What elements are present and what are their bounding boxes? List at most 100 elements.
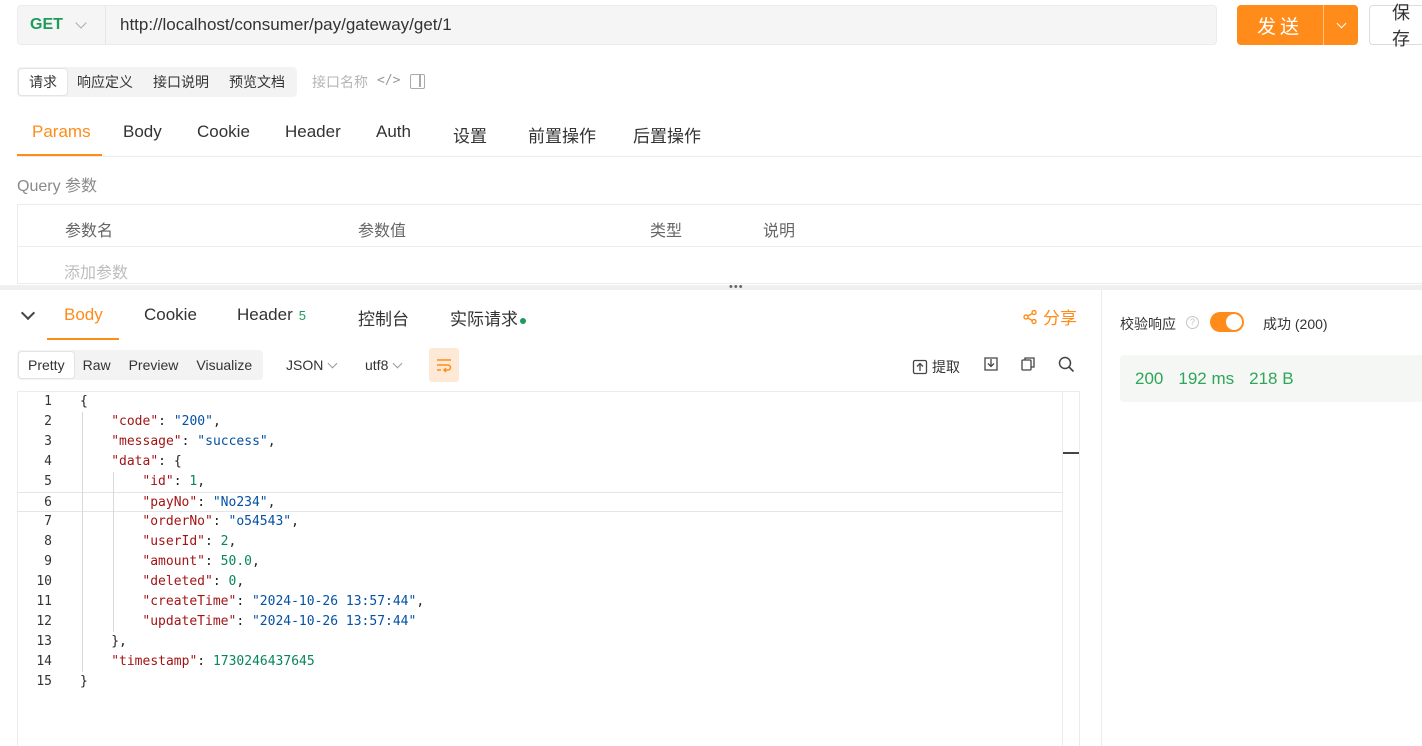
code-text: { (80, 394, 88, 409)
response-tab-actual-request[interactable]: 实际请求 (450, 305, 526, 330)
format-preview[interactable]: Preview (120, 352, 188, 378)
tab-header[interactable]: Header (285, 122, 341, 142)
drag-handle-icon[interactable]: ••• (729, 281, 744, 293)
line-number: 3 (44, 434, 52, 449)
tab-body[interactable]: Body (123, 122, 162, 142)
response-tab-cookie[interactable]: Cookie (144, 305, 197, 325)
help-icon[interactable]: ? (1186, 316, 1199, 329)
code-line: 6 "payNo": "No234", (17, 492, 1062, 512)
code-text: "amount": 50.0, (142, 554, 260, 569)
line-number: 9 (44, 554, 52, 569)
response-time: 192 ms (1178, 368, 1235, 388)
code-icon[interactable]: </> (377, 73, 400, 88)
code-text: "deleted": 0, (142, 574, 245, 589)
tab-cookie[interactable]: Cookie (197, 122, 250, 142)
line-number: 7 (44, 514, 52, 529)
format-raw[interactable]: Raw (74, 352, 120, 378)
format-visualize[interactable]: Visualize (187, 352, 261, 378)
format-pretty[interactable]: Pretty (19, 352, 74, 378)
code-text: "userId": 2, (142, 534, 237, 549)
chevron-down-icon (75, 16, 87, 29)
response-size: 218 B (1249, 368, 1294, 388)
encoding-select[interactable]: utf8 (365, 357, 403, 373)
save-button[interactable]: 保存 (1369, 3, 1422, 49)
chevron-down-icon (1336, 18, 1346, 28)
extract-icon (912, 359, 928, 375)
subtab-preview-doc[interactable]: 预览文档 (219, 69, 295, 95)
tab-settings[interactable]: 设置 (453, 122, 487, 147)
content-type-select[interactable]: JSON (286, 357, 338, 373)
response-tab-header[interactable]: Header 5 (237, 305, 306, 325)
collapse-response-icon[interactable] (20, 305, 36, 321)
line-number: 10 (36, 574, 52, 589)
line-number: 15 (36, 674, 52, 689)
code-text: "timestamp": 1730246437645 (111, 654, 315, 669)
wrap-lines-button[interactable] (429, 348, 459, 382)
query-params-table: 参数名 参数值 类型 说明 添加参数 (17, 204, 1422, 284)
indent-guide (82, 412, 83, 672)
add-param-input[interactable]: 添加参数 (64, 259, 128, 283)
search-icon[interactable] (1058, 356, 1075, 373)
code-text: "payNo": "No234", (142, 495, 276, 510)
url-bar: GET (17, 5, 1217, 45)
line-number: 14 (36, 654, 52, 669)
send-button[interactable]: 发送 (1237, 5, 1323, 45)
code-text: "data": { (111, 454, 182, 469)
query-params-title: Query 参数 (17, 178, 98, 195)
code-line: 7 "orderNo": "o54543", (17, 512, 1062, 532)
scroll-position-marker (1063, 452, 1079, 454)
url-input[interactable] (106, 6, 1216, 44)
code-line: 4 "data": { (17, 452, 1062, 472)
send-dropdown-button[interactable] (1323, 5, 1358, 45)
code-line: 13}, (17, 632, 1062, 652)
share-icon (1023, 309, 1037, 324)
chevron-down-icon (392, 358, 403, 368)
code-line: 9 "amount": 50.0, (17, 552, 1062, 572)
extract-label: 提取 (932, 359, 960, 375)
line-number: 5 (44, 474, 52, 489)
tab-auth[interactable]: Auth (376, 122, 411, 142)
line-number: 2 (44, 414, 52, 429)
side-panel-icon[interactable] (410, 74, 425, 89)
line-number: 8 (44, 534, 52, 549)
format-toggle-group: Pretty Raw Preview Visualize (17, 350, 264, 380)
code-text: "code": "200", (111, 414, 221, 429)
share-button[interactable]: 分享 (1022, 304, 1077, 329)
subtab-api-description[interactable]: 接口说明 (143, 69, 219, 95)
code-line: 12 "updateTime": "2024-10-26 13:57:44" (17, 612, 1062, 632)
api-name-input[interactable]: 接口名称 (312, 72, 368, 92)
line-number: 4 (44, 454, 52, 469)
active-response-tab-underline (47, 338, 119, 340)
code-text: "createTime": "2024-10-26 13:57:44", (142, 594, 425, 609)
code-line: 2 "code": "200", (17, 412, 1062, 432)
column-param-value: 参数值 (358, 223, 407, 240)
code-line: 11 "createTime": "2024-10-26 13:57:44", (17, 592, 1062, 612)
code-line: 3 "message": "success", (17, 432, 1062, 452)
response-tab-body[interactable]: Body (64, 305, 103, 325)
line-number: 13 (36, 634, 52, 649)
line-number: 11 (36, 594, 52, 609)
tab-pre-operations[interactable]: 前置操作 (528, 122, 596, 147)
subtab-request[interactable]: 请求 (19, 69, 67, 95)
subtab-response-definition[interactable]: 响应定义 (67, 69, 143, 95)
code-line: 15} (17, 672, 1062, 692)
download-icon[interactable] (983, 356, 999, 372)
method-select[interactable]: GET (18, 6, 106, 44)
tab-post-operations[interactable]: 后置操作 (633, 122, 701, 147)
response-tab-console[interactable]: 控制台 (358, 305, 409, 330)
extract-button[interactable]: 提取 (912, 357, 960, 377)
tab-params[interactable]: Params (32, 122, 91, 142)
code-line: 14 "timestamp": 1730246437645 (17, 652, 1062, 672)
table-header: 参数名 参数值 类型 说明 (18, 205, 1422, 247)
code-text: } (80, 674, 88, 689)
verify-response-toggle[interactable] (1210, 312, 1244, 332)
code-text: "updateTime": "2024-10-26 13:57:44" (142, 614, 417, 629)
editor-scrollbar[interactable] (1062, 391, 1080, 746)
copy-icon[interactable] (1020, 356, 1036, 372)
wrap-icon (437, 359, 452, 373)
header-count-badge: 5 (298, 308, 306, 323)
code-line: 1{ (17, 392, 1062, 412)
line-number: 1 (44, 394, 52, 409)
chevron-down-icon (327, 358, 338, 368)
param-tabs: Params Body Cookie Header Auth 设置 前置操作 后… (17, 110, 1422, 157)
